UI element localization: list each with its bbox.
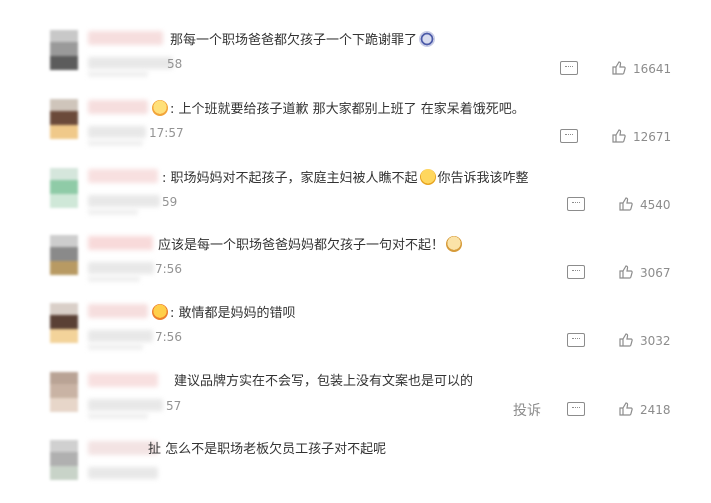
- comment-icon[interactable]: [560, 61, 578, 75]
- comment-time: 7:56: [155, 330, 182, 344]
- emoji-icon: [152, 304, 168, 320]
- comment-text: : 上个班就要给孩子道歉 那大家都别上班了 在家呆着饿死吧。: [150, 100, 525, 119]
- username[interactable]: [88, 304, 148, 318]
- comment-meta: [88, 467, 158, 479]
- comment-item: 扯 怎么不是职场老板欠员工孩子对不起呢: [0, 437, 711, 503]
- avatar[interactable]: [50, 235, 78, 275]
- like-count: 2418: [640, 403, 671, 417]
- comment-meta: [88, 195, 160, 207]
- avatar[interactable]: [50, 303, 78, 343]
- username[interactable]: [88, 31, 163, 45]
- comment-text: 应该是每一个职场爸爸妈妈都欠孩子一句对不起！: [158, 236, 464, 255]
- username[interactable]: [88, 169, 158, 183]
- comment-item: : 上个班就要给孩子道歉 那大家都别上班了 在家呆着饿死吧。 17:57 126…: [0, 96, 711, 162]
- comment-meta: [88, 399, 163, 411]
- comment-item: 那每一个职场爸爸都欠孩子一个下跪谢罪了 58 16641: [0, 27, 711, 93]
- comment-time: 17:57: [149, 126, 184, 140]
- comment-text: 扯 怎么不是职场老板欠员工孩子对不起呢: [148, 442, 387, 457]
- emoji-icon: [419, 31, 436, 47]
- comment-meta: [88, 126, 146, 138]
- comment-time: 7:56: [155, 262, 182, 276]
- comment-text: : 职场妈妈对不起孩子，家庭主妇被人瞧不起 你告诉我该咋整: [162, 169, 529, 186]
- comment-icon[interactable]: [567, 197, 585, 211]
- comment-text: : 敢情都是妈妈的错呗: [150, 304, 296, 323]
- comment-meta: [88, 57, 173, 69]
- comment-icon[interactable]: [567, 333, 585, 347]
- comment-text: 建议品牌方实在不会写，包装上没有文案也是可以的: [174, 374, 474, 389]
- comment-icon[interactable]: [567, 402, 585, 416]
- comment-time: 58: [167, 57, 183, 71]
- emoji-icon: [152, 100, 168, 116]
- thumbs-up-icon[interactable]: [612, 129, 626, 143]
- comment-item: 应该是每一个职场爸爸妈妈都欠孩子一句对不起！ 7:56 3067: [0, 232, 711, 298]
- username[interactable]: [88, 100, 148, 114]
- thumbs-up-icon[interactable]: [619, 402, 633, 416]
- avatar[interactable]: [50, 440, 78, 480]
- like-count: 12671: [633, 130, 672, 144]
- like-count: 3032: [640, 334, 671, 348]
- emoji-icon: [419, 169, 436, 185]
- avatar[interactable]: [50, 372, 78, 412]
- comment-item: : 敢情都是妈妈的错呗 7:56 3032: [0, 300, 711, 366]
- avatar[interactable]: [50, 30, 78, 70]
- emoji-icon: [446, 236, 463, 252]
- comment-text: 那每一个职场爸爸都欠孩子一个下跪谢罪了: [170, 31, 437, 50]
- comment-time: 59: [162, 195, 178, 209]
- thumbs-up-icon[interactable]: [612, 61, 626, 75]
- thumbs-up-icon[interactable]: [619, 197, 633, 211]
- username[interactable]: [88, 373, 158, 387]
- username[interactable]: [88, 236, 153, 250]
- comment-icon[interactable]: [560, 129, 578, 143]
- comment-meta: [88, 262, 154, 274]
- like-count: 16641: [633, 62, 672, 76]
- thumbs-up-icon[interactable]: [619, 333, 633, 347]
- like-count: 3067: [640, 266, 671, 280]
- comment-item: : 职场妈妈对不起孩子，家庭主妇被人瞧不起 你告诉我该咋整 59 4540: [0, 165, 711, 231]
- avatar[interactable]: [50, 99, 78, 139]
- report-button[interactable]: 投诉: [513, 400, 541, 420]
- avatar[interactable]: [50, 168, 78, 208]
- comment-item: 建议品牌方实在不会写，包装上没有文案也是可以的 57 投诉 2418: [0, 369, 711, 435]
- thumbs-up-icon[interactable]: [619, 265, 633, 279]
- comment-meta: [88, 330, 153, 342]
- comment-time: 57: [166, 399, 182, 413]
- like-count: 4540: [640, 198, 671, 212]
- comment-icon[interactable]: [567, 265, 585, 279]
